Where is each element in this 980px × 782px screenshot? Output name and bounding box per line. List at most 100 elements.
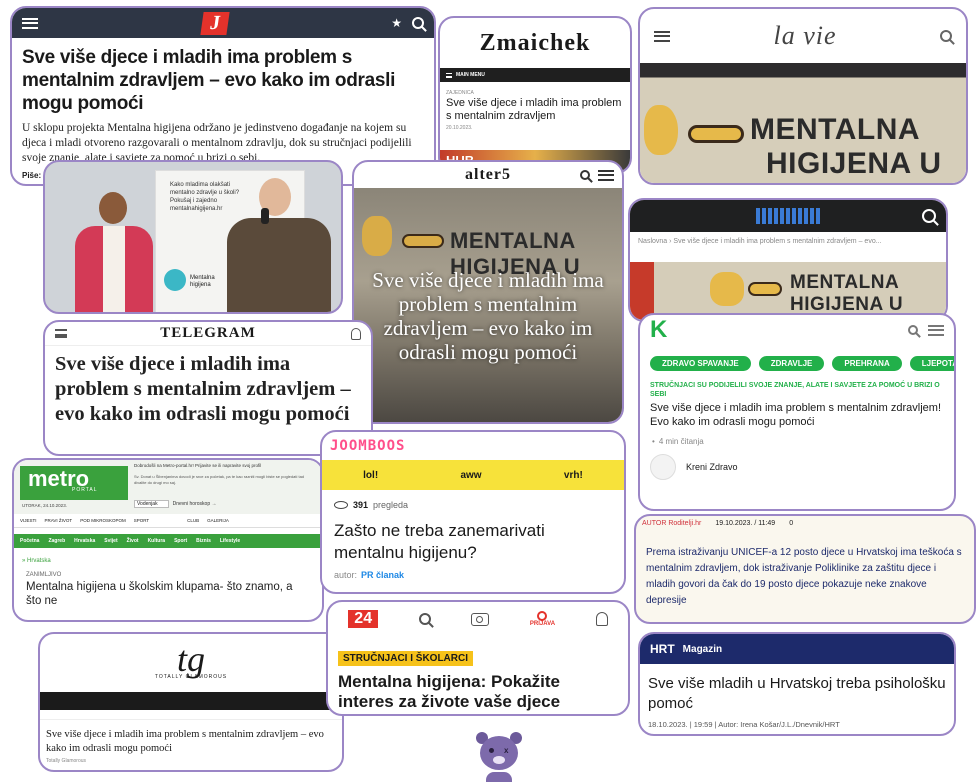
tab-vrh[interactable]: vrh!	[564, 470, 583, 481]
menu-icon[interactable]	[22, 17, 38, 29]
jutarnji-card[interactable]: J ★ Sve više djece i mladih ima problem …	[10, 6, 436, 186]
net24-card[interactable]: 24 PRIJAVA STRUČNJACI I ŠKOLARCI Mentaln…	[326, 600, 630, 716]
metro-headline[interactable]: Mentalna higijena u školskim klupama- št…	[14, 580, 322, 608]
jutarnji-headline[interactable]: Sve više djece i mladih ima problem s me…	[12, 38, 434, 119]
horoscope-link[interactable]: Dnevni horoskop →	[173, 501, 217, 507]
tab-zdravo-spavanje[interactable]: ZDRAVO SPAVANJE	[650, 356, 751, 371]
nav-zivot[interactable]: Život	[127, 538, 139, 544]
search-icon[interactable]	[922, 209, 936, 223]
metro-card[interactable]: metro PORTAL UTORAK, 24.10.2023. Dobrodo…	[12, 458, 324, 622]
comment-count[interactable]: 0	[789, 520, 793, 527]
hrt-logo[interactable]: HRT	[650, 642, 675, 656]
zmaichek-logo[interactable]: Zmaichek	[440, 18, 630, 68]
wall-text-1: MENTALNA	[790, 272, 900, 293]
nav-sport[interactable]: Sport	[174, 538, 187, 544]
tab-ljepota[interactable]: LJEPOTA	[909, 356, 954, 371]
tg-subnav	[40, 710, 342, 720]
subnav-galerija[interactable]: GALERIJA	[207, 518, 229, 523]
alter5-header: alter5	[354, 162, 622, 188]
alter5-card[interactable]: alter5 MENTALNA HIGIJENA U Sve više djec…	[352, 160, 624, 424]
hrt-headline[interactable]: Sve više mladih u Hrvatskoj treba psihol…	[640, 664, 954, 718]
nav-svijet[interactable]: Svijet	[104, 538, 117, 544]
joomboos-card[interactable]: JOOMBOOS lol! aww vrh! 391 pregleda Zašt…	[320, 430, 626, 594]
hrt-card[interactable]: HRT Magazin Sve više mladih u Hrvatskoj …	[638, 632, 956, 736]
net24-logo[interactable]: 24	[348, 610, 379, 628]
bear-mascot-icon: x	[474, 730, 524, 782]
nav-pocetna[interactable]: Početna	[20, 538, 39, 544]
horoscope-select[interactable]: Vodenjak Dnevni horoskop →	[134, 500, 217, 508]
alter5-logo[interactable]: alter5	[465, 166, 511, 184]
metro-logo-box[interactable]: metro PORTAL	[20, 466, 128, 500]
search-icon[interactable]	[908, 325, 918, 335]
kreni-read-time: • 4 min čitanja	[640, 429, 954, 450]
dark-site-card[interactable]: Naslovna › Sve više djece i mladih ima p…	[628, 198, 948, 322]
hrt-section[interactable]: Magazin	[683, 644, 722, 655]
menu-icon[interactable]	[654, 30, 670, 42]
tg-logo[interactable]: tg TOTALLY GLAMOROUS	[40, 634, 342, 692]
search-icon[interactable]	[418, 613, 431, 625]
tab-aww[interactable]: aww	[460, 470, 481, 481]
nav-kultura[interactable]: Kultura	[148, 538, 166, 544]
tg-author: Totally Glamorous	[46, 758, 87, 764]
tab-zdravlje[interactable]: ZDRAVLJE	[758, 356, 825, 371]
read-time-label: 4 min čitanja	[658, 437, 704, 446]
metro-welcome: Dobrodošli na Metro-portal.hr! Prijavite…	[134, 463, 262, 468]
search-icon[interactable]	[580, 170, 590, 180]
tab-lol[interactable]: lol!	[363, 470, 378, 481]
zmaichek-card[interactable]: Zmaichek MAIN MENU ZAJEDNICA Sve više dj…	[438, 16, 632, 174]
lavie-card[interactable]: la vie MENTALNA HIGIJENA U	[638, 7, 968, 185]
tg-headline[interactable]: Sve više djece i mladih ima problem s me…	[40, 720, 342, 758]
eye-icon	[334, 501, 348, 509]
alter5-image: MENTALNA HIGIJENA U Sve više djece i mla…	[354, 188, 622, 422]
search-icon[interactable]	[411, 17, 424, 29]
subnav-sport[interactable]: SPORT	[134, 518, 149, 523]
skyline-logo[interactable]	[756, 208, 820, 224]
subnav-pod-mikroskopom[interactable]: POD MIKROSKOPOM	[80, 518, 126, 523]
lavie-logo[interactable]: la vie	[773, 21, 836, 51]
poster-logo	[164, 269, 186, 291]
roditelji-author[interactable]: AUTOR Roditelji.hr	[642, 520, 701, 527]
metro-date: UTORAK, 24.10.2023.	[22, 503, 67, 508]
menu-icon[interactable]	[928, 324, 944, 336]
menu-icon[interactable]	[55, 329, 67, 338]
breadcrumb[interactable]: » Hrvatska	[14, 548, 322, 568]
horoscope-dropdown[interactable]: Vodenjak	[134, 500, 169, 508]
bell-icon[interactable]	[595, 612, 608, 626]
cookie-graphic	[644, 105, 678, 155]
author-name[interactable]: PR članak	[361, 570, 404, 580]
telegram-logo[interactable]: TELEGRAM	[160, 325, 256, 342]
nav-hrvatska[interactable]: Hrvatska	[74, 538, 95, 544]
kreni-author[interactable]: Kreni Zdravo	[640, 450, 954, 484]
net24-category[interactable]: STRUČNJACI I ŠKOLARCI	[338, 651, 474, 666]
login-button[interactable]: PRIJAVA	[530, 611, 555, 627]
nav-lifestyle[interactable]: Lifestyle	[220, 538, 240, 544]
telegram-headline[interactable]: Sve više djece i mladih ima problem s me…	[45, 346, 371, 433]
tg-logo-mark: tg	[176, 639, 205, 679]
kreni-card[interactable]: K ZDRAVO SPAVANJE ZDRAVLJE PREHRANA LJEPOTA…	[638, 313, 956, 511]
zmaichek-headline[interactable]: Sve više djece i mladih ima problem s me…	[440, 97, 630, 123]
zmaichek-menu-bar[interactable]: MAIN MENU	[440, 68, 630, 82]
alter5-overlay-headline[interactable]: Sve više djece i mladih ima problem s me…	[360, 268, 616, 364]
camera-icon[interactable]	[471, 612, 490, 626]
subnav-vijesti[interactable]: VIJESTI	[20, 518, 37, 523]
cookie-graphic	[710, 272, 744, 306]
search-icon[interactable]	[940, 30, 952, 42]
hrt-meta: 18.10.2023. | 19:59 | Autor: Irena Košar…	[648, 720, 840, 729]
user-add-icon[interactable]: ★	[391, 16, 402, 30]
kreni-logo[interactable]: K	[650, 316, 667, 344]
kreni-headline[interactable]: Sve više djece i mladih ima problem s me…	[640, 401, 954, 429]
roditelji-card[interactable]: AUTOR Roditelji.hr 19.10.2023. / 11:49 0…	[634, 514, 976, 624]
jutarnji-logo[interactable]: J	[199, 11, 230, 35]
tab-prehrana[interactable]: PREHRANA	[832, 356, 902, 371]
user-icon[interactable]	[351, 327, 361, 340]
tg-card[interactable]: tg TOTALLY GLAMOROUS Sve više djece i ml…	[38, 632, 344, 772]
joomboos-headline[interactable]: Zašto ne treba zanemarivati mentalnu hig…	[322, 514, 624, 570]
nav-zagreb[interactable]: Zagreb	[48, 538, 65, 544]
joomboos-logo[interactable]: JOOMBOOS	[330, 438, 405, 454]
subnav-club[interactable]: CLUB	[187, 518, 199, 523]
net24-headline[interactable]: Mentalna higijena: Pokažite interes za ž…	[328, 666, 628, 714]
nav-biznis[interactable]: Biznis	[196, 538, 211, 544]
subnav-pravi-zivot[interactable]: PRAVI ŽIVOT	[45, 518, 73, 523]
cookie-graphic	[362, 216, 392, 256]
menu-icon[interactable]	[598, 169, 614, 181]
